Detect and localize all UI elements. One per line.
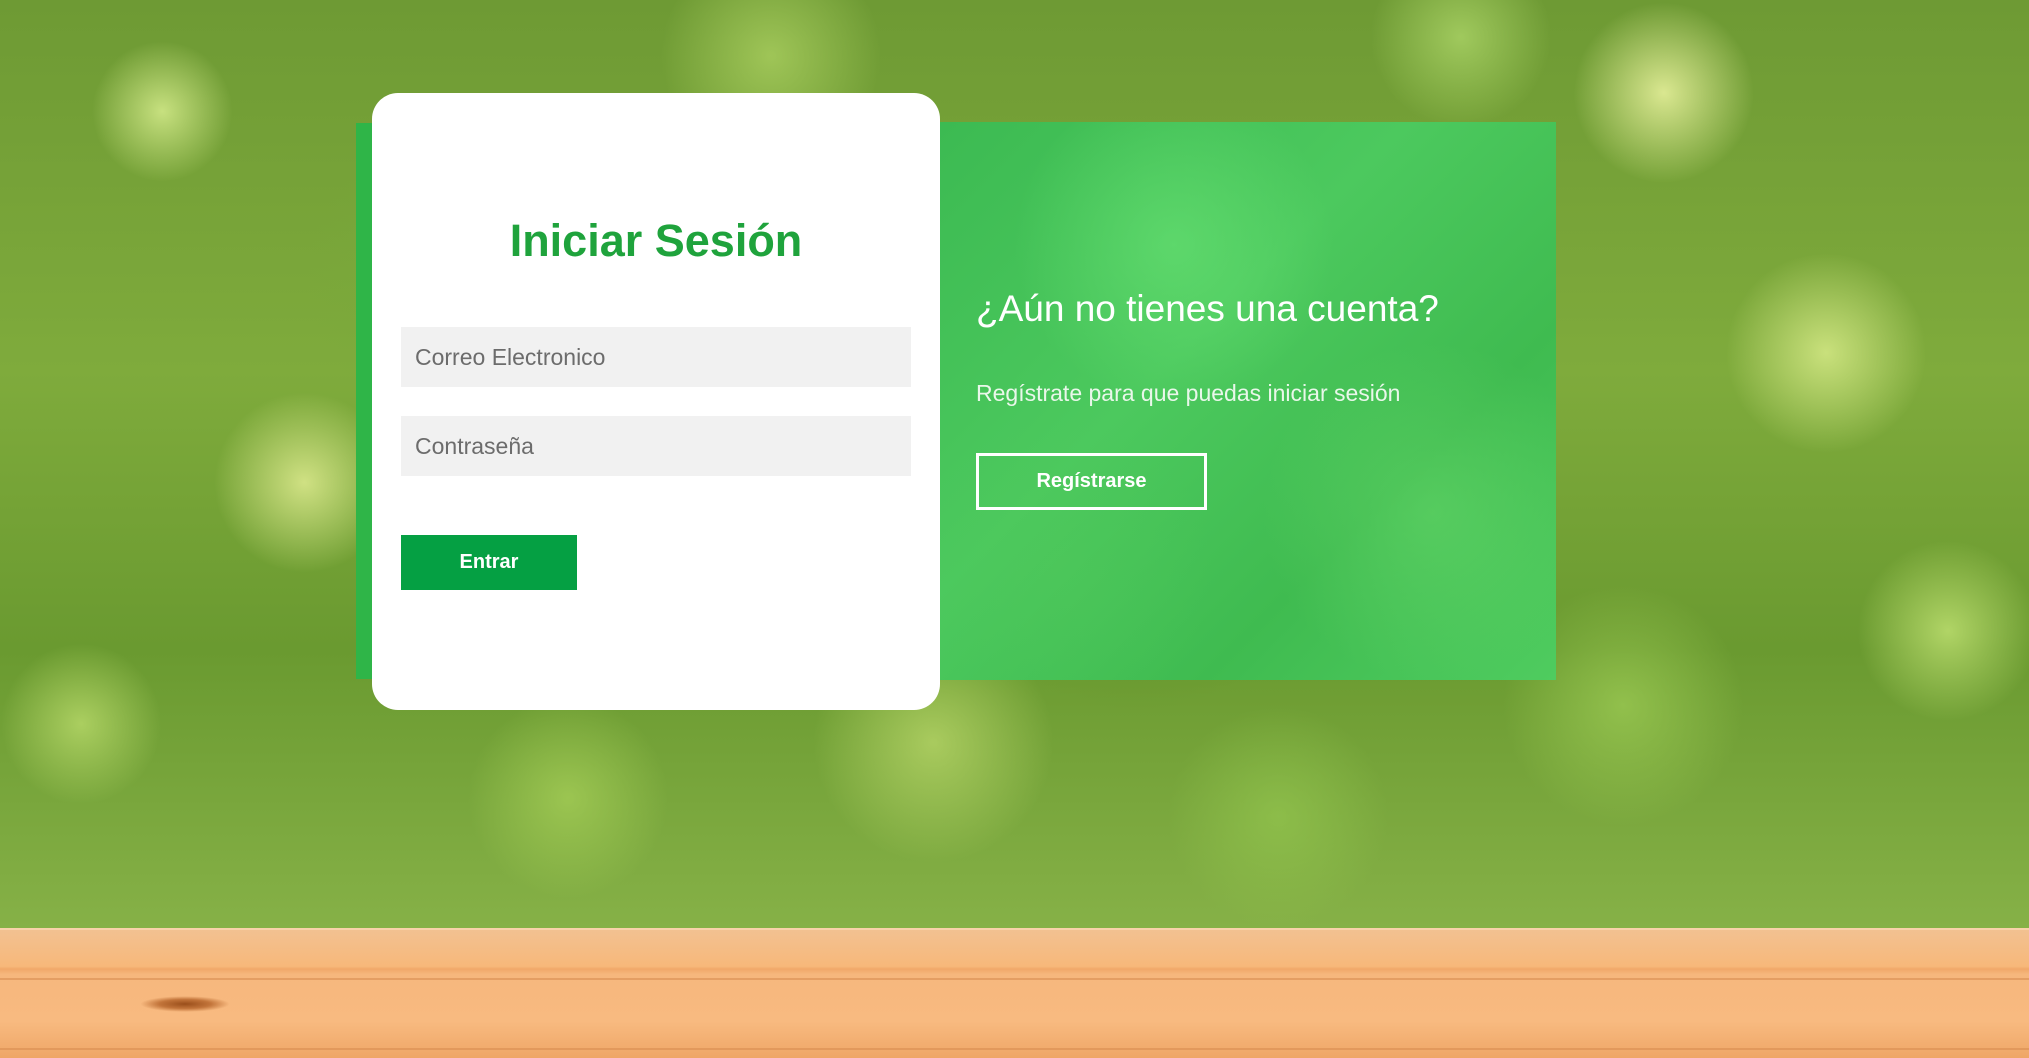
login-card: Iniciar Sesión Entrar <box>372 93 940 710</box>
register-panel: ¿Aún no tienes una cuenta? Regístrate pa… <box>940 122 1556 680</box>
register-button[interactable]: Regístrarse <box>976 453 1207 510</box>
login-title: Iniciar Sesión <box>509 215 803 266</box>
wood-grain-line <box>0 1048 2029 1050</box>
email-field[interactable] <box>401 327 911 387</box>
register-description: Regístrate para que puedas iniciar sesió… <box>976 380 1401 406</box>
login-page: ¿Aún no tienes una cuenta? Regístrate pa… <box>0 0 2029 1058</box>
card-accent-strip <box>356 123 372 679</box>
register-title: ¿Aún no tienes una cuenta? <box>976 288 1439 329</box>
wood-knot <box>140 996 230 1012</box>
wood-table-background <box>0 928 2029 1058</box>
login-submit-button[interactable]: Entrar <box>401 535 577 590</box>
wood-grain-line <box>0 978 2029 980</box>
password-field[interactable] <box>401 416 911 476</box>
